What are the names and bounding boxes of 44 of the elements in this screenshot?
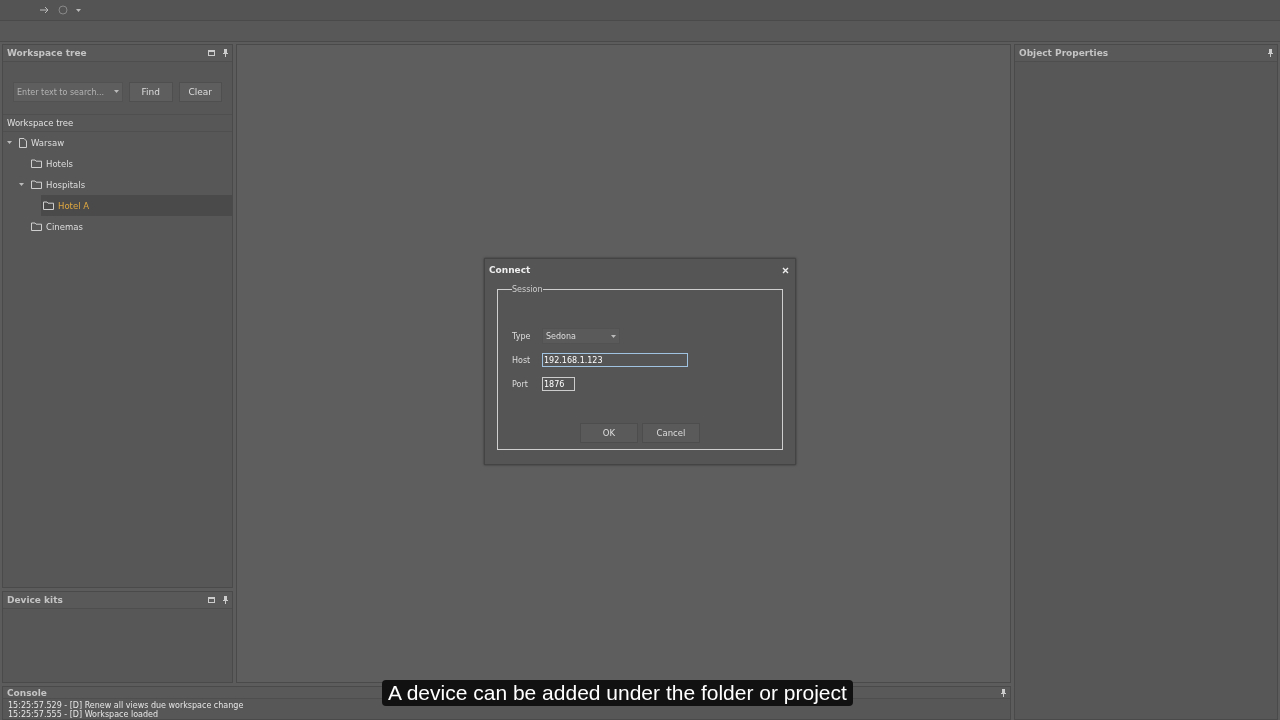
tree-item[interactable]: Hotels [29,153,232,174]
pin-icon[interactable] [223,49,228,57]
tree-item[interactable]: Warsaw [17,132,232,153]
field-label: Type [512,331,532,341]
console-line: 15:25:57.529 - [D] Renew all views due workspace change [7,701,245,710]
caret-icon[interactable] [7,141,12,144]
search-field[interactable]: Enter text to search... [13,82,123,102]
folder-icon [31,180,42,189]
close-button[interactable] [782,266,789,274]
caret-icon[interactable] [19,183,24,186]
float-icon[interactable] [208,597,215,603]
ok-button[interactable]: OK [580,423,638,443]
dropdown-icon[interactable] [611,334,616,338]
panel-title: Console [7,687,47,698]
type-select[interactable]: Sedona [542,328,620,344]
host-field[interactable]: 192.168.1.123 [542,353,688,367]
field-label: Host [512,355,532,365]
find-button[interactable]: Find [129,82,173,102]
dropdown-icon[interactable] [76,8,81,12]
video-caption: A device can be added under the folder or project [382,680,853,706]
pin-icon[interactable] [1268,49,1273,57]
tree-header: Workspace tree [3,114,232,132]
folder-icon [43,201,54,210]
panel-title: Workspace tree [7,48,87,58]
float-icon[interactable] [208,50,215,56]
tree-item[interactable]: Hospitals [29,174,232,195]
group-title: Session [512,285,543,294]
port-field[interactable]: 1876 [542,377,575,391]
tree-item[interactable]: Cinemas [29,216,232,237]
panel-title: Object Properties [1019,48,1109,58]
console-line: 15:25:57.555 - [D] Workspace loaded [7,710,160,719]
panel-title: Device kits [7,595,63,605]
dialog-title: Connect [489,265,531,275]
clear-button[interactable]: Clear [178,82,222,102]
document-icon [19,137,27,148]
pin-icon[interactable] [1001,688,1006,697]
arrow-icon[interactable] [40,6,50,14]
tree-item[interactable]: Hotel A [41,195,232,216]
folder-icon [31,159,42,168]
pin-icon[interactable] [223,596,228,604]
dropdown-icon[interactable] [114,90,119,93]
cancel-button[interactable]: Cancel [642,423,700,443]
folder-icon [31,222,42,231]
field-label: Port [512,379,529,389]
